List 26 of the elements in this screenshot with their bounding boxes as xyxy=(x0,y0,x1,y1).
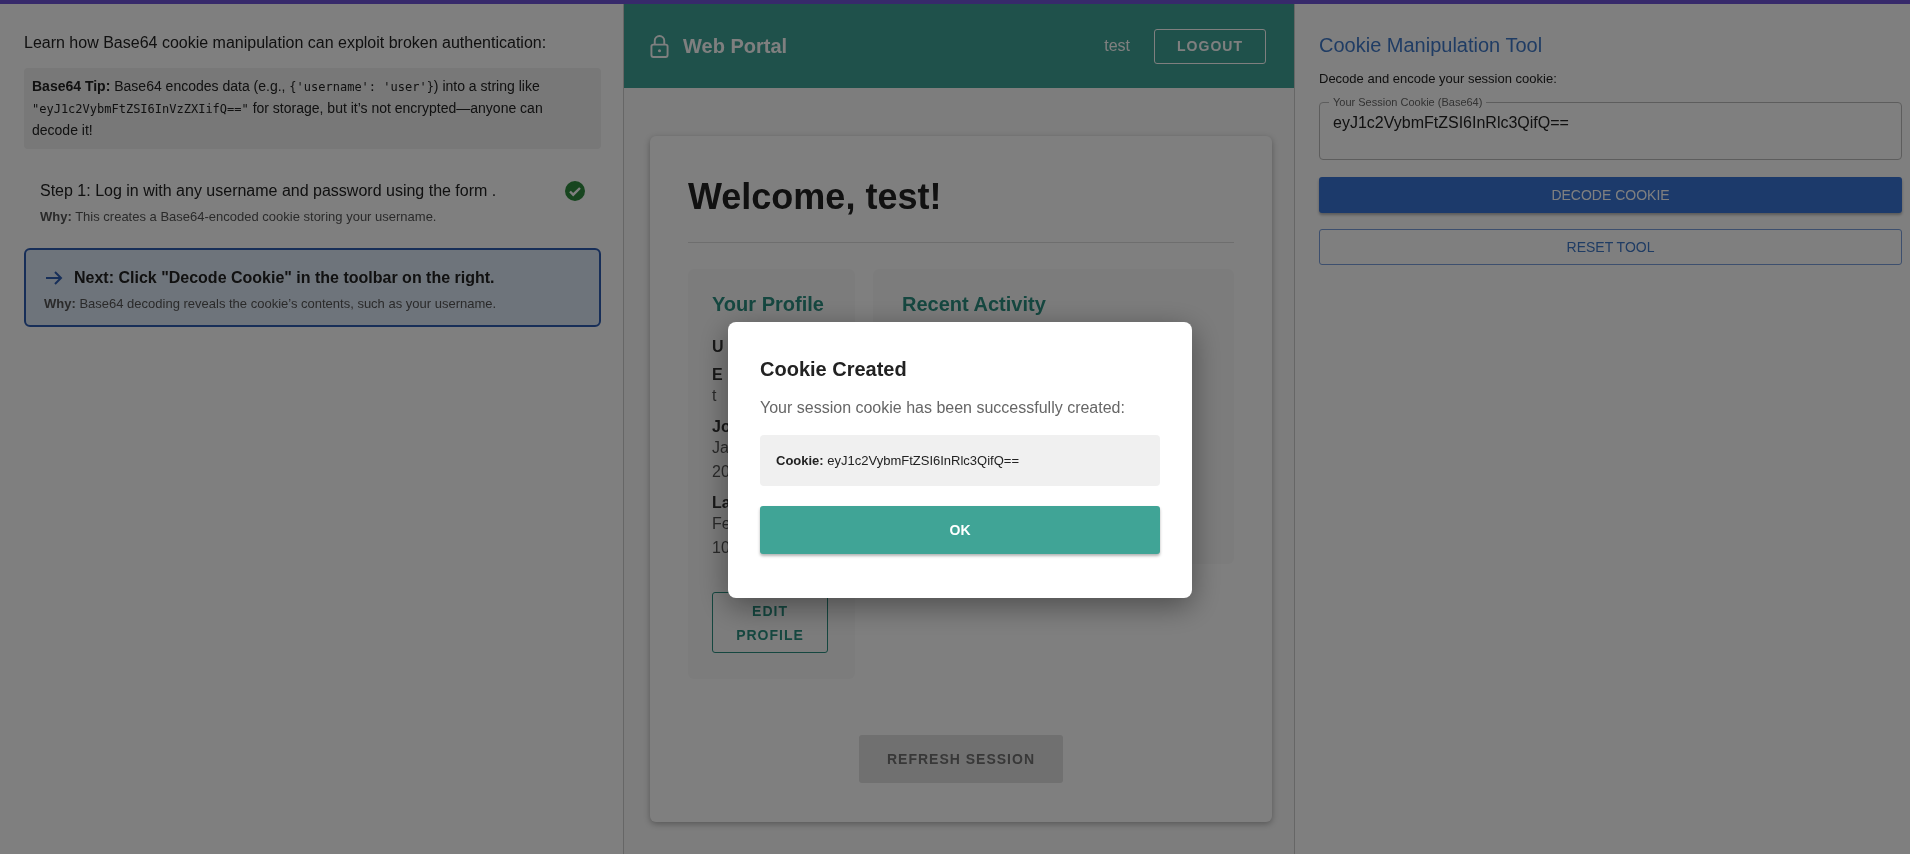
step-text: Next: Click "Decode Cookie" in the toolbar on the right. xyxy=(74,269,496,287)
intro-text: Learn how Base64 cookie manipulation can exploit broken authentication: xyxy=(24,34,548,52)
field-value: t xyxy=(712,386,717,406)
tool-subtitle: Decode and encode your session cookie: xyxy=(1319,71,1558,86)
lock-icon xyxy=(650,33,669,59)
dialog-title: Cookie Created xyxy=(760,358,908,381)
ok-button[interactable]: OK xyxy=(760,506,1160,554)
step-text: Step 1: Log in with any username and password using the form . xyxy=(40,182,498,200)
reset-button[interactable]: RESET TOOL xyxy=(1319,229,1902,265)
field-label: E xyxy=(712,366,723,384)
logout-button[interactable]: LOGOUT xyxy=(1154,28,1266,64)
profile-heading: Your Profile xyxy=(712,293,825,316)
activity-heading: Recent Activity xyxy=(902,293,1047,316)
field-label: U xyxy=(712,338,724,356)
why-text: Why: Base64 decoding reveals the cookie’s contents, such as your username. xyxy=(44,296,498,311)
field-value: Ja xyxy=(712,438,729,458)
tip-note: Base64 Tip: Base64 encodes data (e.g., {'username': 'user'}) into a string like "eyJ1c2VybmFtZSI6InVzZXIifQ==" for storage, but it’s not encrypted—anyone can decode it! xyxy=(24,68,601,149)
brand-title: Web Portal xyxy=(683,34,788,58)
username-text: test xyxy=(1104,37,1130,55)
welcome-heading: Welcome, test! xyxy=(688,176,943,218)
cookie-value: Cookie: eyJ1c2VybmFtZSI6InRlc3QifQ== xyxy=(760,435,1160,486)
dialog-message: Your session cookie has been successfully created: xyxy=(760,399,1126,417)
why-text: Why: This creates a Base64-encoded cookie storing your username. xyxy=(40,209,438,224)
tool-title: Cookie Manipulation Tool xyxy=(1319,34,1544,57)
cookie-input-field[interactable]: Your Session Cookie (Base64) eyJ1c2VybmFtZSI6InRlc3QifQ== xyxy=(1319,96,1902,160)
decode-button[interactable]: DECODE COOKIE xyxy=(1319,177,1902,213)
